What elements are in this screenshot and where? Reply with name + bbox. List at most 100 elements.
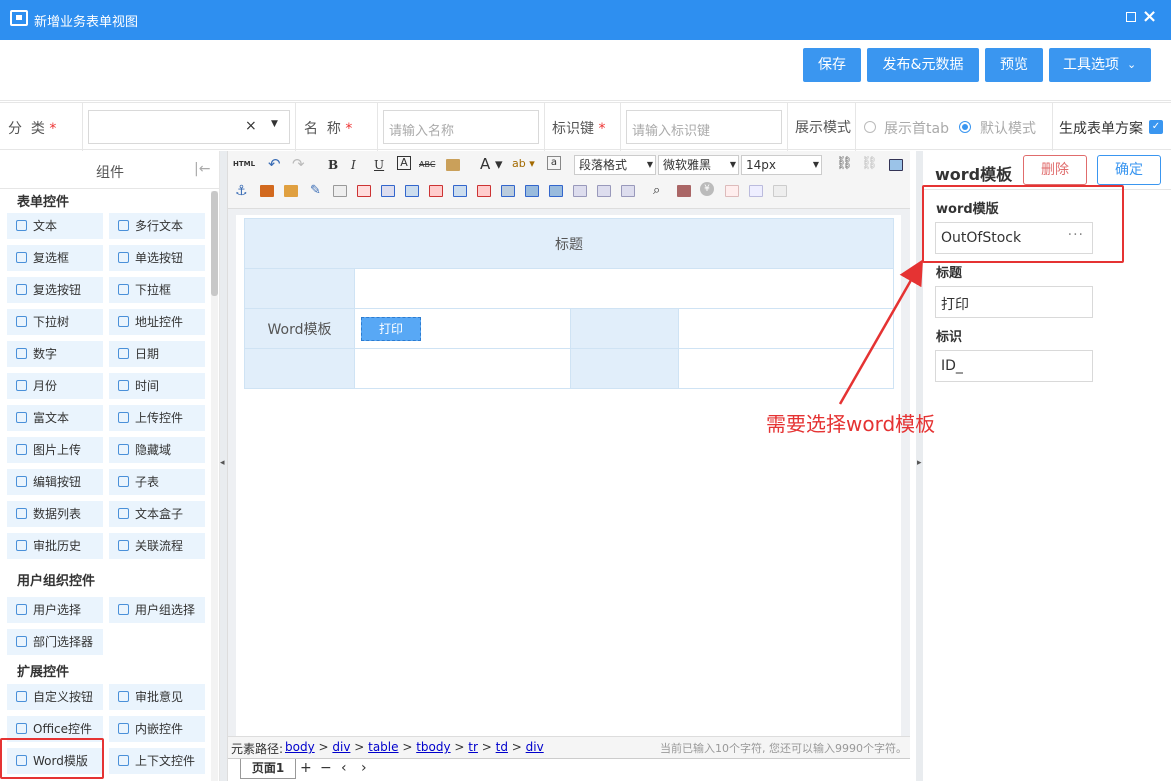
split-cols-icon[interactable] [597,185,611,197]
table-cell[interactable] [354,348,571,389]
italic-icon[interactable]: I [351,156,356,174]
scroll-thumb[interactable] [211,191,218,296]
component-item[interactable]: 文本 [7,213,103,239]
delete-row-icon[interactable] [429,185,443,197]
component-item[interactable]: 上传控件 [109,405,205,431]
id-field[interactable]: ID_ [935,350,1093,382]
radio-default-mode[interactable] [959,121,971,133]
search-replace-icon[interactable]: ⌕ [653,182,660,200]
component-item[interactable]: 日期 [109,341,205,367]
fontborder-icon[interactable]: A [397,156,411,170]
add-page-icon[interactable]: + [300,760,312,776]
component-item[interactable]: 文本盒子 [109,501,205,527]
gen-scheme-checkbox[interactable]: ✓ [1149,120,1163,134]
merge-down-icon[interactable] [549,185,563,197]
component-item[interactable]: 子表 [109,469,205,495]
insert-paragraph-icon[interactable] [405,185,419,197]
font-color-icon[interactable]: A ▾ [480,155,503,173]
left-scrollbar[interactable] [211,191,218,781]
blank-icon[interactable] [773,185,787,197]
font-size-select[interactable]: 14px ▼ [741,155,822,175]
merge-right-icon[interactable] [525,185,539,197]
pen-icon[interactable]: ✎ [310,182,321,200]
word-template-label-cell[interactable]: Word模板 [244,308,355,349]
component-item[interactable]: 下拉框 [109,277,205,303]
link-icon[interactable]: ⛓ [836,155,853,173]
tools-dropdown-button[interactable]: 工具选项 ⌄ [1049,48,1151,82]
prev-page-icon[interactable]: ‹ [341,760,347,776]
format-painter-icon[interactable] [446,159,460,171]
print-button[interactable]: 打印 [361,316,421,341]
insert-col-icon[interactable] [381,185,395,197]
component-item[interactable]: 地址控件 [109,309,205,335]
highlight-icon[interactable]: ab ▾ [512,155,535,173]
component-item[interactable]: 复选按钮 [7,277,103,303]
component-item[interactable]: 审批意见 [109,684,205,710]
component-item[interactable]: 自定义按钮 [7,684,103,710]
tab-page1[interactable]: 页面1 [240,759,296,779]
undo-icon[interactable]: ↶ [268,155,281,173]
publish-button[interactable]: 发布&元数据 [867,48,979,82]
split-rows-icon[interactable] [573,185,587,197]
path-crumb[interactable]: tbody [416,740,450,754]
name-input[interactable]: 请输入名称 [383,110,539,144]
confirm-button[interactable]: 确定 [1097,155,1161,185]
close-icon[interactable]: × [1142,6,1157,27]
component-item[interactable]: 审批历史 [7,533,103,559]
caret-down-icon[interactable]: ▼ [271,119,278,129]
component-item[interactable]: 用户选择 [7,597,103,623]
component-item[interactable]: 月份 [7,373,103,399]
component-item[interactable]: 复选框 [7,245,103,271]
table-cell[interactable] [678,308,894,349]
split-cell-icon[interactable] [477,185,491,197]
table-title-cell[interactable]: 标题 [244,218,894,269]
component-item[interactable]: 图片上传 [7,437,103,463]
path-crumb[interactable]: div [332,740,350,754]
splitter-handle-icon[interactable]: ◂ [220,458,225,468]
table-cell[interactable] [678,348,894,389]
calendar-icon[interactable] [725,185,739,197]
next-page-icon[interactable]: › [361,760,367,776]
component-item[interactable]: 用户组选择 [109,597,205,623]
component-item[interactable]: 单选按钮 [109,245,205,271]
category-select[interactable]: × ▼ [88,110,290,144]
table-cell[interactable] [244,348,355,389]
table-cell[interactable] [354,268,894,309]
component-item[interactable]: 上下文控件 [109,748,205,774]
paragraph-format-select[interactable]: 段落格式 ▼ [574,155,656,175]
key-input[interactable]: 请输入标识键 [626,110,782,144]
preview-button[interactable]: 预览 [985,48,1043,82]
html-source-button[interactable]: HTML [233,155,255,173]
left-splitter[interactable]: ◂ [220,151,227,781]
component-item[interactable]: 多行文本 [109,213,205,239]
autotypeset-icon[interactable]: a [547,156,561,170]
table-cell[interactable] [570,308,679,349]
restore-icon[interactable] [1126,12,1136,22]
merge-cells-icon[interactable] [501,185,515,197]
path-crumb[interactable]: table [368,740,398,754]
path-crumb[interactable]: body [285,740,315,754]
component-item[interactable]: 内嵌控件 [109,716,205,742]
yen-icon[interactable]: ¥ [700,182,714,196]
multi-image-icon[interactable] [284,185,298,197]
underline-icon[interactable]: U [374,156,384,174]
table-cell[interactable]: 打印 [354,308,571,349]
preview-icon[interactable] [749,185,763,197]
component-item[interactable]: 数据列表 [7,501,103,527]
insert-row-icon[interactable] [357,185,371,197]
splitter-handle-icon[interactable]: ▸ [917,458,922,468]
component-item[interactable]: 关联流程 [109,533,205,559]
save-button[interactable]: 保存 [803,48,861,82]
table-props-icon[interactable] [621,185,635,197]
component-item[interactable]: 时间 [109,373,205,399]
date-icon[interactable] [677,185,691,197]
component-item[interactable]: 下拉树 [7,309,103,335]
anchor-icon[interactable]: ⚓ [235,182,248,200]
title-field[interactable]: 打印 [935,286,1093,318]
bold-icon[interactable]: B [328,156,338,174]
radio-first-tab[interactable] [864,121,876,133]
table-icon[interactable] [333,185,347,197]
collapse-left-icon[interactable]: |← [194,161,210,177]
fullscreen-icon[interactable] [889,159,903,171]
delete-col-icon[interactable] [453,185,467,197]
